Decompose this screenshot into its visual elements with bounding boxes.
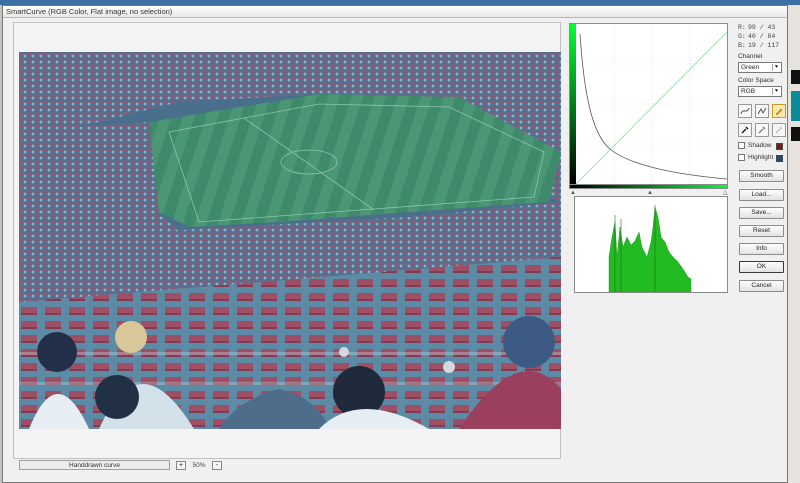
cancel-button[interactable]: Cancel: [739, 280, 784, 292]
host-panel-block: [791, 91, 800, 121]
channel-value: Green: [741, 64, 760, 71]
input-levels-gradient: [569, 184, 728, 189]
curve-mode-status: Handdrawn curve: [19, 460, 170, 470]
highlight-option[interactable]: Highlight: [738, 154, 773, 161]
r-key: R:: [738, 24, 746, 31]
highlight-color-swatch[interactable]: [776, 155, 783, 162]
info-button[interactable]: Info: [739, 243, 784, 255]
curve-graph: [570, 24, 728, 185]
host-panel-block: [791, 127, 800, 141]
smooth-curve-tool[interactable]: [738, 104, 752, 118]
zoom-level: 50%: [192, 462, 206, 469]
chevron-down-icon: ▼: [772, 64, 780, 71]
pencil-icon: [775, 108, 783, 116]
channel-select[interactable]: Green ▼: [738, 62, 782, 73]
smooth-button[interactable]: Smooth: [739, 170, 784, 182]
colorspace-value: RGB: [741, 88, 756, 95]
save-button[interactable]: Save...: [739, 207, 784, 219]
reset-button[interactable]: Reset: [739, 225, 784, 237]
black-eyedropper-tool[interactable]: [738, 123, 752, 137]
shadow-color-swatch[interactable]: [776, 143, 783, 150]
host-right-panel: [788, 5, 800, 483]
preview-image[interactable]: [19, 52, 561, 429]
shadow-option[interactable]: Shadow: [738, 142, 772, 149]
gray-eyedropper-icon: [758, 126, 766, 134]
g-key: G:: [738, 33, 746, 40]
smartcurve-dialog: SmartCurve (RGB Color, Flat image, no se…: [2, 5, 788, 483]
g-value: 40 / 84: [748, 33, 776, 40]
load-button[interactable]: Load...: [739, 189, 784, 201]
r-value: 99 / 43: [748, 24, 776, 31]
preview-frame: [13, 22, 561, 459]
highlight-checkbox[interactable]: [738, 154, 745, 161]
white-eyedropper-tool[interactable]: [772, 123, 786, 137]
host-panel-block: [791, 70, 800, 84]
channel-label: Channel: [738, 53, 763, 60]
pixel-readout: R: 99 / 43 G: 40 / 84 B: 19 / 117: [738, 23, 788, 50]
colorspace-label: Color Space: [738, 77, 774, 84]
gray-eyedropper-tool[interactable]: [755, 123, 769, 137]
dialog-title: SmartCurve (RGB Color, Flat image, no se…: [3, 6, 787, 18]
ok-button[interactable]: OK: [739, 261, 784, 273]
zoom-in-button[interactable]: -: [212, 461, 222, 470]
colorspace-select[interactable]: RGB ▼: [738, 86, 782, 97]
b-key: B:: [738, 42, 746, 49]
histogram-graph: [608, 205, 692, 293]
sharp-curve-icon: [757, 107, 767, 115]
white-eyedropper-icon: [775, 126, 783, 134]
chevron-down-icon: ▼: [772, 88, 780, 95]
smooth-curve-icon: [740, 107, 750, 115]
shadow-label: Shadow: [748, 142, 772, 149]
sharp-curve-tool[interactable]: [755, 104, 769, 118]
curve-editor[interactable]: [569, 23, 728, 185]
highlight-label: Highlight: [748, 154, 774, 161]
zoom-out-button[interactable]: +: [176, 461, 186, 470]
histogram-panel: [574, 196, 728, 293]
shadow-checkbox[interactable]: [738, 142, 745, 149]
black-eyedropper-icon: [741, 126, 749, 134]
pencil-tool[interactable]: [772, 104, 786, 118]
stadium-photo: [19, 52, 561, 429]
b-value: 19 / 117: [748, 42, 780, 49]
